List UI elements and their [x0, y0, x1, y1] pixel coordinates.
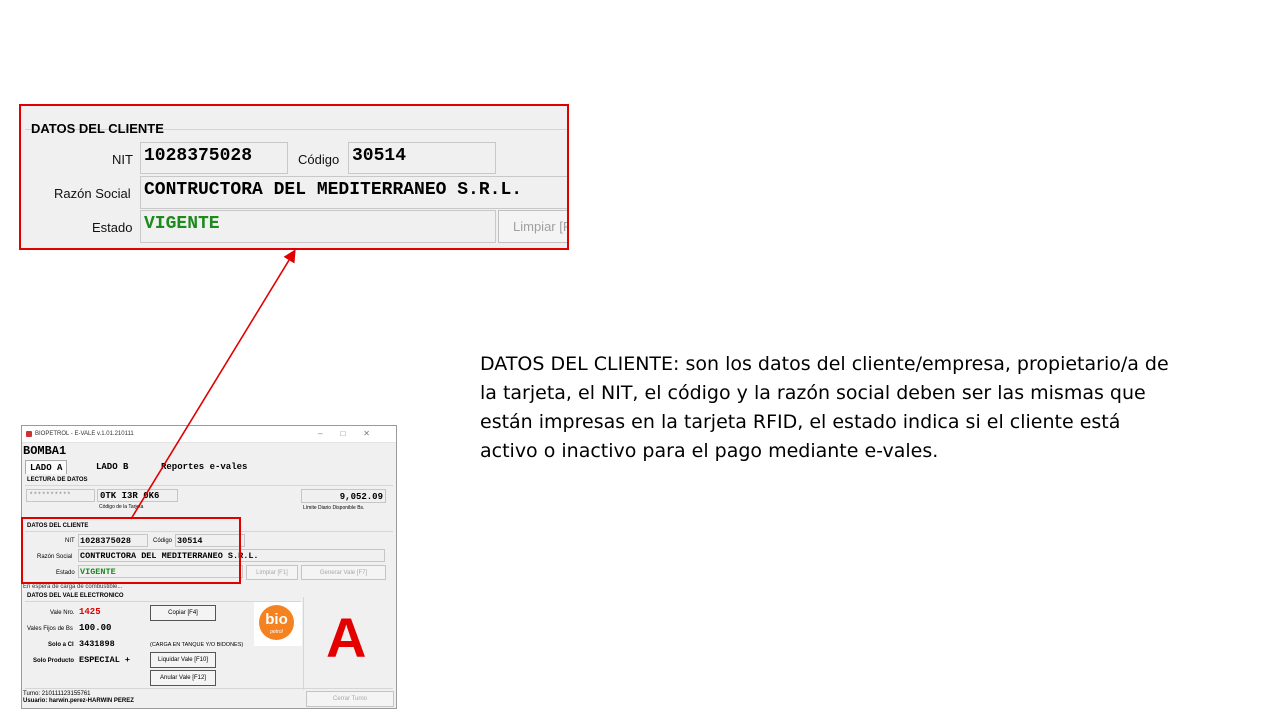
card-code: 0TK I3R 0K6	[100, 491, 160, 501]
razon-social-field: CONTRUCTORA DEL MEDITERRANEO S.R.L.	[140, 176, 567, 209]
cerrar-turno-button[interactable]: Cerrar Turno	[306, 691, 394, 707]
usuario-text: Usuario: harwin.perez-HARWIN PEREZ	[23, 698, 134, 704]
solo-producto-label: Solo Producto	[33, 658, 74, 664]
codigo-label: Código	[298, 152, 340, 167]
app-icon	[26, 431, 32, 437]
masked-input: **********	[29, 492, 72, 500]
card-code-box: 0TK I3R 0K6	[97, 489, 178, 502]
limit-box: 9,052.09	[301, 489, 386, 503]
vales-fijos-value: 100.00	[79, 623, 112, 633]
limpiar-button[interactable]: Limpiar [F1]	[498, 210, 567, 243]
copiar-button[interactable]: Copiar [F4]	[150, 605, 216, 621]
group-title: DATOS DEL CLIENTE	[31, 121, 164, 136]
lectura-divider	[25, 485, 393, 486]
pump-title: BOMBA1	[23, 444, 67, 458]
limit-value: 9,052.09	[339, 492, 383, 502]
solo-ci-value: 3431898	[79, 639, 115, 649]
tab-lado-a[interactable]: LADO A	[25, 460, 68, 474]
estado-field: VIGENTE	[140, 210, 496, 243]
masked-input-box[interactable]: **********	[26, 489, 95, 502]
card-code-label: Código de la Tarjeta	[99, 504, 144, 510]
liquidar-vale-button[interactable]: Liquidar Vale [F10]	[150, 652, 216, 668]
tab-lado-b[interactable]: LADO B	[92, 460, 132, 474]
biopetrol-logo: bio petrol	[254, 602, 302, 646]
limit-label: Límite Diario Disponible Bs.	[303, 505, 365, 511]
codigo-field: 30514	[348, 142, 496, 174]
logo-petrol-text: petrol	[270, 629, 283, 635]
window-controls[interactable]: –□✕	[318, 429, 388, 438]
nit-field: 1028375028	[140, 142, 288, 174]
anular-vale-button[interactable]: Anular Vale [F12]	[150, 670, 216, 686]
status-message: En espera de carga de combustible...	[23, 584, 123, 590]
solo-producto-value: ESPECIAL +	[79, 655, 131, 665]
zoomed-client-panel: DATOS DEL CLIENTE NIT 1028375028 Código …	[19, 104, 569, 250]
generar-vale-button[interactable]: Generar Vale [F7]	[301, 565, 386, 580]
estado-label: Estado	[92, 220, 133, 235]
logo-bio-text: bio	[265, 611, 288, 628]
vale-title: DATOS DEL VALE ELECTRONICO	[27, 593, 124, 599]
description-text: DATOS DEL CLIENTE: son los datos del cli…	[480, 353, 1169, 462]
side-letter: A	[326, 606, 367, 669]
highlight-box	[21, 517, 241, 584]
lectura-title: LECTURA DE DATOS	[27, 477, 88, 483]
tab-reportes[interactable]: Reportes e-vales	[157, 460, 251, 474]
small-limpiar-button[interactable]: Limpiar [F1]	[246, 565, 298, 580]
nit-label: NIT	[112, 152, 133, 167]
window-title: BIOPETROL - E-VALE v.1.01.210111	[35, 431, 134, 437]
footer-divider	[25, 688, 393, 689]
vale-nro-label: Vale Nro.	[50, 610, 75, 616]
vales-fijos-label: Vales Fijos de Bs	[27, 626, 73, 632]
turno-text: Turno: 210111123155761	[23, 691, 91, 697]
logo-circle: bio petrol	[259, 605, 294, 640]
title-bar: BIOPETROL - E-VALE v.1.01.210111 –□✕	[22, 426, 396, 443]
solo-ci-label: Solo a CI	[48, 642, 74, 648]
carga-note: (CARGA EN TANQUE Y/O BIDONES)	[150, 642, 244, 648]
side-divider	[303, 597, 304, 690]
razon-social-label: Razón Social	[54, 186, 131, 201]
vale-nro-value: 1425	[79, 607, 101, 617]
